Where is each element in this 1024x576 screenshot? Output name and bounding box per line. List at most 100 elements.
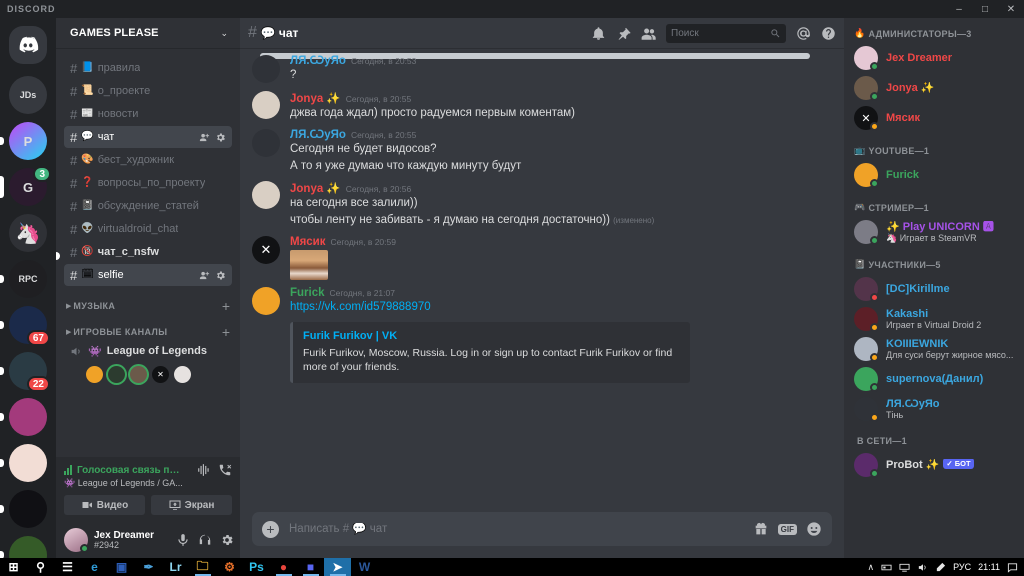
message-author[interactable]: Мясик xyxy=(290,236,326,248)
member-item[interactable]: [DC]Kirillme xyxy=(844,274,1024,304)
server-icon-JDs[interactable]: JDs xyxy=(9,76,47,114)
screen-share-button[interactable]: Экран xyxy=(151,495,232,515)
channel-item-virtualdroid_chat[interactable]: # 👽 virtualdroid_chat xyxy=(64,218,232,240)
message-input[interactable] xyxy=(289,523,753,535)
channel-item-бест_художник[interactable]: # 🎨 бест_художник xyxy=(64,149,232,171)
bell-icon[interactable] xyxy=(591,26,606,41)
category-music[interactable]: ▶ МУЗЫКА + xyxy=(56,287,240,313)
hardware-icon[interactable] xyxy=(881,562,892,573)
taskbar-task-view[interactable]: ☰ xyxy=(54,558,81,576)
invite-member-icon[interactable] xyxy=(199,270,210,281)
voice-participant-user-headset[interactable] xyxy=(108,366,125,383)
message-author[interactable]: Furick xyxy=(290,287,325,299)
gear-icon[interactable] xyxy=(215,132,226,143)
home-button[interactable] xyxy=(9,26,47,64)
video-button[interactable]: Видео xyxy=(64,495,145,515)
member-item[interactable]: KOIIIEWNIK Для суси берут жирное мясо... xyxy=(844,334,1024,364)
taskbar-discord-task[interactable]: ■ xyxy=(297,558,324,576)
server-icon-green-hat[interactable] xyxy=(9,536,47,558)
member-item[interactable]: supernova(Данил) xyxy=(844,364,1024,394)
avatar[interactable] xyxy=(64,528,89,553)
close-button[interactable]: ✕ xyxy=(998,0,1024,18)
taskbar-telegram[interactable]: ➤ xyxy=(324,558,351,576)
add-channel-icon[interactable]: + xyxy=(222,299,230,313)
search-input[interactable] xyxy=(671,27,770,39)
pen-icon[interactable] xyxy=(935,562,946,573)
member-item[interactable]: Jonya ✨ xyxy=(844,73,1024,103)
taskbar-chrome[interactable]: ● xyxy=(270,558,297,576)
message-link[interactable]: https://vk.com/id579888970 xyxy=(290,301,431,313)
member-item[interactable]: Furick xyxy=(844,160,1024,190)
server-icon-dark-horse[interactable] xyxy=(9,490,47,528)
microphone-icon[interactable] xyxy=(176,533,190,547)
category-game-channels[interactable]: ▶ ИГРОВЫЕ КАНАЛЫ + xyxy=(56,313,240,339)
message-list[interactable]: ЛЯ.ѠуЯo Сегодня, в 20:53? Jonya ✨ Сегодн… xyxy=(240,48,844,512)
gear-icon[interactable] xyxy=(215,270,226,281)
server-icon-rpc[interactable]: RPC xyxy=(9,260,47,298)
server-icon-face-glasses[interactable] xyxy=(9,444,47,482)
emoji-icon[interactable] xyxy=(806,521,822,537)
voice-participant-blonde[interactable] xyxy=(174,366,191,383)
clock[interactable]: 21:11 xyxy=(978,562,1000,572)
notifications-icon[interactable] xyxy=(1007,562,1018,573)
guild-header[interactable]: GAMES PLEASE ⌄ xyxy=(56,18,240,48)
embed-title[interactable]: Furik Furikov | VK xyxy=(303,330,680,342)
invite-member-icon[interactable] xyxy=(199,132,210,143)
channel-item-правила[interactable]: # 📘 правила xyxy=(64,57,232,79)
avatar[interactable] xyxy=(252,287,280,316)
member-item[interactable]: Kakashi Играет в Virtual Droid 2 xyxy=(844,304,1024,334)
member-item[interactable]: ✨ Play UNICORN 🅰 🦄 Играет в SteamVR xyxy=(844,217,1024,247)
avatar[interactable]: ✕ xyxy=(252,236,280,265)
language-indicator[interactable]: РУС xyxy=(953,562,971,572)
image-attachment[interactable] xyxy=(290,250,328,281)
avatar[interactable] xyxy=(252,128,280,157)
channel-item-обсуждение_статей[interactable]: # 📓 обсуждение_статей xyxy=(64,195,232,217)
member-list[interactable]: 🔥 АДМИНИСТАТОРЫ—3 Jex Dreamer Jonya ✨ ✕ М… xyxy=(844,18,1024,558)
voice-participant-discord-bot[interactable] xyxy=(86,366,103,383)
server-icon-unicorn[interactable]: 🦄 xyxy=(9,214,47,252)
voice-channel-item[interactable]: 👾 League of Legends xyxy=(64,340,232,362)
voice-participant-jonya[interactable] xyxy=(130,366,147,383)
taskbar-clean[interactable]: ✒ xyxy=(135,558,162,576)
soundwave-icon[interactable] xyxy=(197,463,211,477)
channel-item-чат_с_nsfw[interactable]: # 🔞 чат_с_nsfw xyxy=(56,241,232,263)
network-icon[interactable] xyxy=(899,562,910,573)
member-item[interactable]: ЛЯ.ѠуЯo Тінь xyxy=(844,394,1024,424)
message-author[interactable]: Jonya ✨ xyxy=(290,181,341,195)
message-author[interactable]: ЛЯ.ѠуЯo xyxy=(290,129,346,141)
taskbar-search-taskbar[interactable]: ⚲ xyxy=(27,558,54,576)
taskbar-word[interactable]: W xyxy=(351,558,378,576)
gear-icon[interactable] xyxy=(220,533,234,547)
server-icon-pink-art[interactable] xyxy=(9,398,47,436)
taskbar-lightroom[interactable]: Lr xyxy=(162,558,189,576)
message-author[interactable]: Jonya ✨ xyxy=(290,91,341,105)
taskbar-photos[interactable]: ▣ xyxy=(108,558,135,576)
link-embed[interactable]: Furik Furikov | VK Furik Furikov, Moscow… xyxy=(290,322,690,384)
pin-icon[interactable] xyxy=(616,26,631,41)
channel-item-новости[interactable]: # 📰 новости xyxy=(64,103,232,125)
mentions-icon[interactable] xyxy=(796,26,811,41)
search-box[interactable] xyxy=(666,23,786,43)
gif-button[interactable]: GIF xyxy=(777,523,797,535)
voice-participant-myasik[interactable]: ✕ xyxy=(152,366,169,383)
member-item[interactable]: ✕ Мясик xyxy=(844,103,1024,133)
taskbar-photoshop[interactable]: Ps xyxy=(243,558,270,576)
channel-item-selfie[interactable]: # 🗓 selfie xyxy=(64,264,232,286)
taskbar-edge[interactable]: e xyxy=(81,558,108,576)
members-icon[interactable] xyxy=(641,26,656,41)
avatar[interactable] xyxy=(252,90,280,119)
volume-icon[interactable] xyxy=(917,562,928,573)
channel-item-вопросы_по_проекту[interactable]: # ❓ вопросы_по_проекту xyxy=(64,172,232,194)
server-icon-purple-p[interactable]: P xyxy=(9,122,47,160)
taskbar-start-button[interactable]: ⊞ xyxy=(0,558,27,576)
composer-inner[interactable]: + GIF xyxy=(252,512,832,546)
taskbar-file-explorer[interactable]: 🗀 xyxy=(189,558,216,576)
member-item[interactable]: ProBot ✨ ✓ БОТ xyxy=(844,450,1024,480)
channel-list[interactable]: # 📘 правила # 📜 о_проекте # 📰 новости # 💬 чат # 🎨 бес… xyxy=(56,48,240,457)
taskbar-settings-app[interactable]: ⚙ xyxy=(216,558,243,576)
tray-chevron-icon[interactable]: ∧ xyxy=(868,562,875,573)
avatar[interactable] xyxy=(252,55,280,83)
minimize-button[interactable]: – xyxy=(946,0,972,18)
message-author[interactable]: ЛЯ.ѠуЯo xyxy=(290,55,346,67)
avatar[interactable] xyxy=(252,181,280,210)
